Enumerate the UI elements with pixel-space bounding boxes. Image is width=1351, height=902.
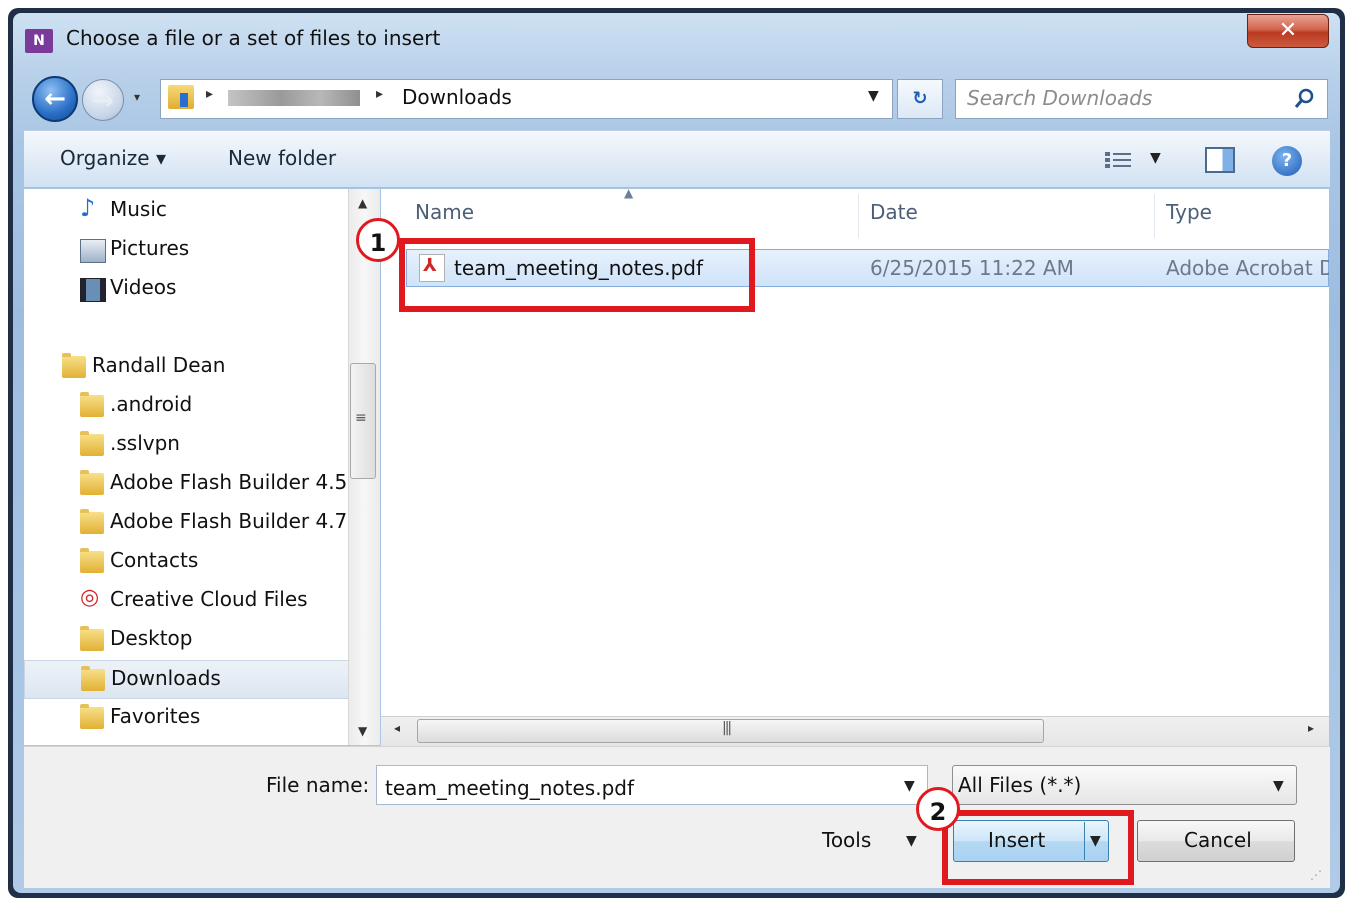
forward-button[interactable]: →: [82, 79, 124, 121]
nav-item[interactable]: .sslvpn: [24, 426, 348, 463]
nav-item-label: Adobe Flash Builder 4.7: [110, 509, 348, 533]
breadcrumb-downloads[interactable]: Downloads: [402, 85, 512, 109]
redacted-breadcrumb: [228, 90, 360, 106]
nav-item[interactable]: ◎ Creative Cloud Files: [24, 582, 348, 619]
close-button[interactable]: ✕: [1247, 14, 1329, 48]
nav-item[interactable]: .android: [24, 387, 348, 424]
organize-button[interactable]: Organize ▾: [60, 146, 166, 170]
file-name-input[interactable]: team_meeting_notes.pdf: [376, 765, 928, 805]
column-divider[interactable]: [1154, 194, 1155, 238]
nav-item[interactable]: Favorites: [24, 699, 348, 736]
nav-item[interactable]: Desktop: [24, 621, 348, 658]
downloads-folder-icon: [168, 85, 194, 109]
nav-item[interactable]: Contacts: [24, 543, 348, 580]
nav-item-label: Favorites: [110, 704, 201, 728]
search-icon[interactable]: [1294, 87, 1316, 109]
nav-item-label: Pictures: [110, 236, 190, 260]
navigation-pane[interactable]: ♪ Music Pictures Videos Randall Dean .android…: [24, 189, 348, 745]
filter-dropdown-icon[interactable]: ▼: [1273, 778, 1284, 794]
file-type-filter-value: All Files (*.*): [958, 773, 1082, 797]
nav-item-label: Adobe Flash Builder 4.5: [110, 470, 348, 494]
folder-icon: [80, 392, 104, 417]
scroll-grip-icon: |||: [722, 720, 732, 736]
refresh-icon: ↻: [912, 88, 928, 109]
nav-item[interactable]: Videos: [24, 270, 348, 307]
nav-item-label: .sslvpn: [110, 431, 180, 455]
column-header-date[interactable]: Date: [870, 200, 918, 224]
scroll-left-arrow-icon[interactable]: ◂: [394, 721, 400, 735]
nav-item[interactable]: Downloads: [24, 660, 348, 699]
callout-box-step2: [942, 810, 1134, 885]
creative-cloud-icon: ◎: [80, 585, 100, 610]
folder-icon: [80, 470, 104, 495]
nav-item-label: Downloads: [111, 666, 221, 690]
new-folder-button[interactable]: New folder: [228, 146, 336, 170]
window-title: Choose a file or a set of files to inser…: [66, 26, 441, 50]
back-button[interactable]: ←: [32, 76, 78, 122]
nav-item-label: Creative Cloud Files: [110, 587, 308, 611]
step-marker-2: 2: [916, 787, 960, 831]
back-arrow-icon: ←: [44, 84, 66, 114]
file-type-cell: Adobe Acrobat D: [1166, 256, 1329, 280]
folder-icon: [80, 431, 104, 456]
videos-icon: [80, 278, 106, 302]
nav-item-label: Randall Dean: [92, 353, 226, 377]
breadcrumb-separator-icon[interactable]: ▸: [376, 86, 383, 102]
file-date-cell: 6/25/2015 11:22 AM: [870, 256, 1074, 280]
scroll-up-arrow-icon[interactable]: ▲: [358, 196, 367, 210]
tools-dropdown-icon[interactable]: ▼: [906, 833, 917, 849]
horizontal-scroll-thumb[interactable]: [417, 719, 1044, 743]
column-header-type[interactable]: Type: [1166, 200, 1212, 224]
sort-ascending-icon: ▲: [624, 186, 634, 200]
downloads-folder-icon: [81, 666, 105, 691]
folder-icon: [80, 509, 104, 534]
scroll-down-arrow-icon[interactable]: ▼: [358, 724, 367, 738]
refresh-button[interactable]: ↻: [897, 79, 943, 119]
cancel-button-label[interactable]: Cancel: [1184, 828, 1252, 852]
column-header-name[interactable]: Name: [415, 200, 474, 224]
nav-item[interactable]: Randall Dean: [24, 348, 348, 385]
callout-box-step1: [399, 238, 755, 312]
favorites-folder-icon: [80, 704, 104, 729]
search-input[interactable]: [967, 86, 1267, 110]
nav-item-label: Music: [110, 197, 167, 221]
file-name-label: File name:: [266, 773, 370, 797]
desktop-folder-icon: [80, 626, 104, 651]
scroll-right-arrow-icon[interactable]: ▸: [1308, 721, 1314, 735]
user-folder-icon: [62, 353, 86, 378]
nav-item-label: Videos: [110, 275, 177, 299]
contacts-icon: [80, 548, 104, 573]
forward-arrow-icon: →: [92, 86, 114, 116]
nav-item[interactable]: Adobe Flash Builder 4.5: [24, 465, 348, 502]
command-toolbar: [24, 130, 1330, 188]
step-marker-1: 1: [356, 218, 400, 262]
onenote-app-icon: N: [25, 29, 53, 53]
tools-button[interactable]: Tools: [822, 828, 871, 852]
nav-item[interactable]: ♪ Music: [24, 192, 348, 229]
view-options-dropdown-icon[interactable]: ▼: [1150, 150, 1161, 166]
nav-item-label: .android: [110, 392, 193, 416]
nav-item-label: Contacts: [110, 548, 199, 572]
change-view-icon[interactable]: [1104, 150, 1134, 170]
nav-item[interactable]: Pictures: [24, 231, 348, 268]
nav-item-label: Desktop: [110, 626, 193, 650]
breadcrumb-separator-icon[interactable]: ▸: [206, 86, 213, 102]
recent-locations-dropdown-icon[interactable]: ▾: [134, 90, 140, 104]
help-icon[interactable]: ?: [1272, 146, 1302, 176]
preview-pane-icon[interactable]: [1205, 147, 1235, 173]
nav-item[interactable]: Adobe Flash Builder 4.7: [24, 504, 348, 541]
scroll-grip-icon: ≡: [355, 410, 367, 426]
music-icon: ♪: [80, 194, 96, 222]
resize-grip-icon[interactable]: ⋰: [1310, 868, 1322, 882]
pictures-icon: [80, 239, 106, 263]
address-dropdown-icon[interactable]: ▼: [868, 88, 879, 104]
file-name-dropdown-icon[interactable]: ▼: [904, 778, 915, 794]
column-divider[interactable]: [858, 194, 859, 238]
